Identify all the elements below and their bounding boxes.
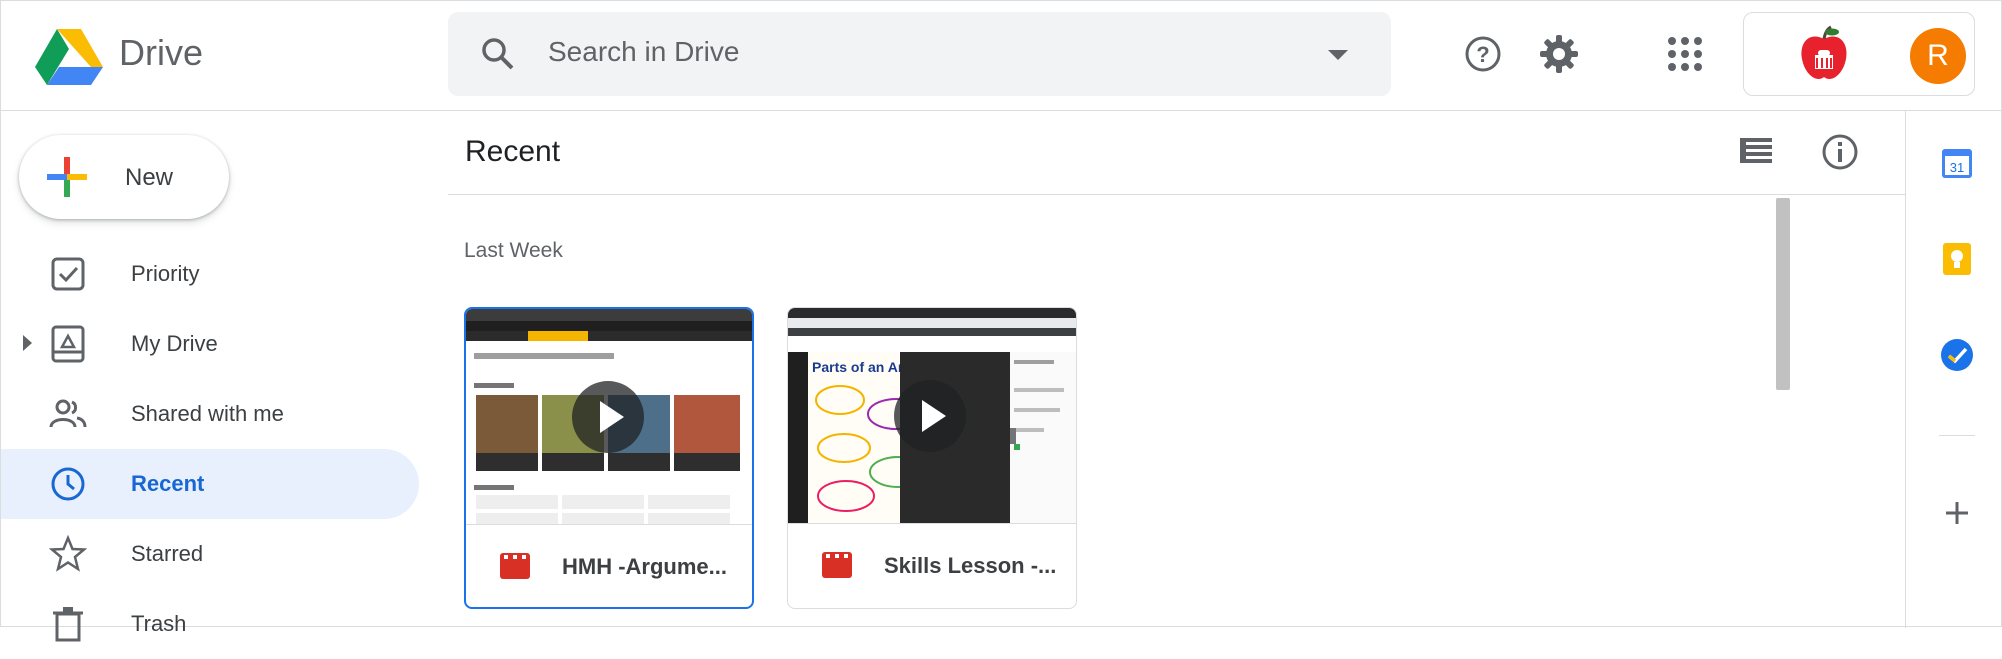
sidebar-item-label: My Drive [131, 331, 218, 356]
info-icon[interactable] [1819, 131, 1861, 173]
people-icon [49, 399, 87, 428]
rail-divider [1939, 435, 1975, 436]
sidebar-item-label: Shared with me [131, 401, 284, 426]
star-icon [49, 535, 87, 572]
settings-gear-icon[interactable] [1537, 32, 1581, 76]
list-view-icon[interactable] [1736, 131, 1776, 171]
file-card[interactable]: HMH -Argume... [464, 307, 754, 609]
organization-logo-icon [1801, 25, 1847, 79]
new-button[interactable]: New [19, 135, 229, 219]
user-avatar[interactable]: R [1910, 28, 1966, 84]
svg-text:?: ? [1476, 42, 1489, 67]
sidebar-item-starred[interactable]: Starred [1, 519, 419, 589]
drive-logo-icon[interactable] [35, 27, 103, 85]
search-bar[interactable]: Search in Drive [448, 12, 1391, 96]
sidebar-item-shared-with-me[interactable]: Shared with me [1, 379, 419, 449]
my-drive-icon [51, 325, 85, 363]
new-button-label: New [125, 164, 174, 191]
apps-grid-icon[interactable] [1663, 32, 1707, 76]
expand-arrow-icon[interactable] [23, 335, 32, 351]
sidebar-item-label: Starred [131, 541, 204, 566]
sidebar-item-label: Recent [131, 471, 205, 496]
video-file-icon [822, 552, 852, 578]
section-heading-last-week: Last Week [464, 239, 563, 262]
page-title: Recent [465, 135, 561, 168]
file-name: Skills Lesson -... [884, 553, 1057, 578]
app-title: Drive [119, 32, 204, 73]
priority-icon [51, 257, 85, 291]
file-name: HMH -Argume... [562, 554, 727, 579]
add-addon-plus-icon[interactable] [1939, 495, 1975, 531]
file-thumbnail: Parts of an Argume [788, 308, 1076, 524]
sidebar-item-recent[interactable]: Recent [1, 449, 419, 519]
help-icon[interactable]: ? [1461, 32, 1505, 76]
sidebar-item-label: Priority [131, 261, 200, 286]
video-file-icon [500, 553, 530, 579]
drive-window: Drive Search in Drive ? R New Priority M… [0, 0, 2002, 642]
trash-icon [53, 607, 83, 642]
sidebar-item-priority[interactable]: Priority [1, 239, 419, 309]
sidebar-item-label: Trash [131, 611, 187, 636]
account-area[interactable]: R [1743, 12, 1975, 96]
sidebar-item-my-drive[interactable]: My Drive [1, 309, 419, 379]
play-icon[interactable] [572, 381, 644, 453]
svg-text:31: 31 [1950, 160, 1964, 175]
file-thumbnail [466, 309, 752, 525]
tasks-icon[interactable] [1939, 337, 1975, 373]
scrollbar[interactable] [1776, 198, 1790, 390]
file-card[interactable]: Parts of an Argume Skills Lesson -... [787, 307, 1077, 609]
keep-icon[interactable] [1939, 241, 1975, 277]
search-input[interactable]: Search in Drive [548, 36, 739, 68]
plus-icon [47, 157, 87, 197]
side-panel-divider [1905, 111, 1906, 628]
calendar-icon[interactable]: 31 [1939, 145, 1975, 181]
clock-icon [51, 467, 85, 501]
search-icon[interactable] [478, 34, 518, 74]
sidebar-item-trash[interactable]: Trash [1, 589, 419, 659]
header-divider [448, 194, 1905, 195]
top-bar: Drive Search in Drive ? R [1, 1, 2002, 111]
search-options-dropdown-icon[interactable] [1328, 50, 1348, 60]
play-icon[interactable] [894, 380, 966, 452]
